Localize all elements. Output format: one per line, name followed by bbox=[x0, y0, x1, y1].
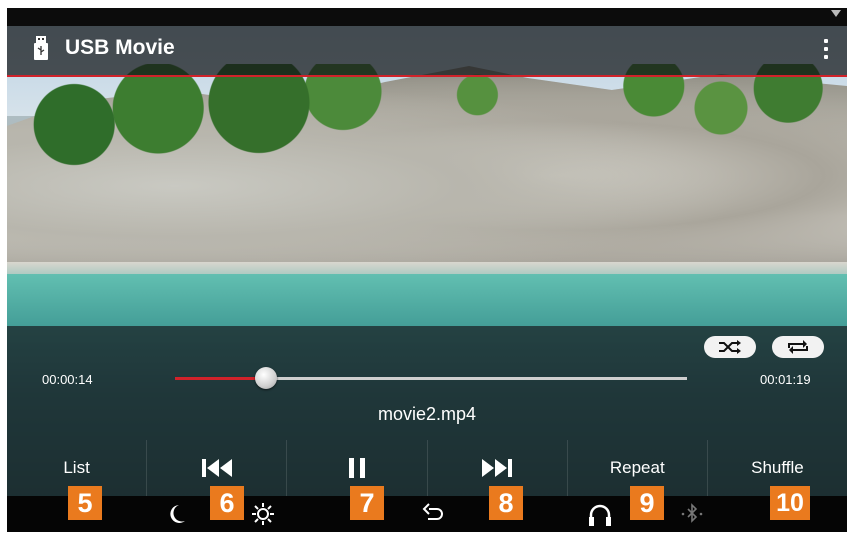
repeat-button-label: Repeat bbox=[609, 458, 665, 477]
shuffle-mode-button[interactable] bbox=[704, 336, 756, 358]
shuffle-icon bbox=[719, 340, 741, 354]
previous-track-icon bbox=[201, 459, 232, 477]
status-bar bbox=[7, 8, 847, 26]
total-time: 00:01:19 bbox=[760, 372, 811, 387]
back-icon[interactable] bbox=[421, 502, 445, 526]
progress-thumb[interactable] bbox=[254, 367, 277, 389]
page-title: USB Movie bbox=[65, 36, 175, 59]
playback-control-bar: List Repeat Shuffle bbox=[7, 440, 847, 496]
usb-icon bbox=[34, 36, 48, 60]
callout-shuffle: 10 bbox=[770, 486, 810, 520]
elapsed-time: 00:00:14 bbox=[42, 372, 93, 387]
media-player-screen: USB Movie 00:00:14 00:01:19 movie2.mp4 L… bbox=[7, 8, 847, 532]
next-track-icon bbox=[482, 459, 513, 477]
callout-previous: 6 bbox=[210, 486, 244, 520]
file-name: movie2.mp4 bbox=[377, 404, 477, 424]
night-mode-icon[interactable] bbox=[165, 502, 187, 526]
signal-icon bbox=[831, 10, 841, 17]
title-bar: USB Movie bbox=[7, 26, 847, 77]
brightness-icon[interactable] bbox=[251, 502, 275, 526]
progress-track[interactable] bbox=[175, 367, 687, 389]
callout-repeat: 9 bbox=[630, 486, 664, 520]
callout-list: 5 bbox=[68, 486, 102, 520]
repeat-mode-button[interactable] bbox=[772, 336, 824, 358]
callout-next: 8 bbox=[489, 486, 523, 520]
headphone-icon[interactable] bbox=[587, 502, 613, 528]
callout-pause: 7 bbox=[350, 486, 384, 520]
bluetooth-icon[interactable] bbox=[679, 502, 705, 526]
progress-fill bbox=[175, 377, 266, 380]
list-button-label: List bbox=[63, 458, 90, 477]
repeat-icon bbox=[788, 340, 808, 354]
system-bar bbox=[7, 496, 847, 532]
more-vertical-icon[interactable] bbox=[819, 36, 833, 64]
pause-icon bbox=[348, 458, 365, 478]
shuffle-button-label: Shuffle bbox=[751, 458, 804, 477]
